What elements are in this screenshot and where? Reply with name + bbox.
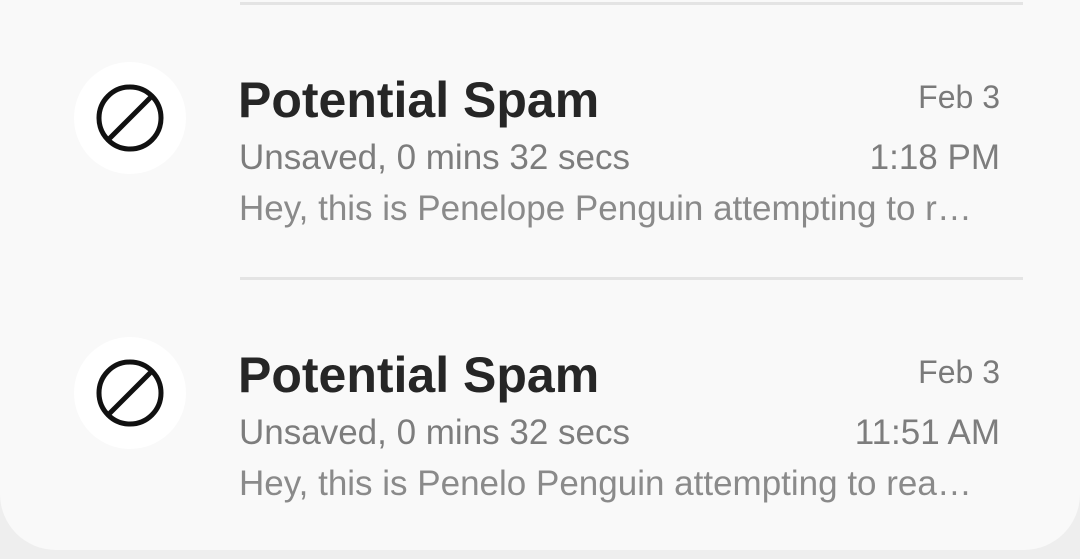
avatar [74, 337, 186, 449]
call-date: Feb 3 [918, 354, 1000, 390]
transcript-preview: Hey, this is Penelope Penguin attempting… [239, 189, 972, 228]
voicemail-list-card: Potential Spam Feb 3 Unsaved, 0 mins 32 … [0, 0, 1080, 550]
call-status: Unsaved, 0 mins 32 secs [239, 138, 631, 177]
caller-name: Potential Spam [238, 72, 600, 128]
list-item[interactable]: Potential Spam Feb 3 Unsaved, 0 mins 32 … [0, 280, 1080, 552]
list-item[interactable]: Potential Spam Feb 3 Unsaved, 0 mins 32 … [0, 5, 1080, 277]
call-time: 1:18 PM [869, 138, 1000, 177]
transcript-preview: Hey, this is Penelo Penguin attempting t… [239, 464, 972, 503]
call-time: 11:51 AM [854, 413, 1000, 452]
call-date: Feb 3 [918, 79, 1000, 115]
avatar [74, 62, 186, 174]
block-icon [96, 84, 164, 152]
call-status: Unsaved, 0 mins 32 secs [239, 413, 631, 452]
block-icon [96, 359, 164, 427]
caller-name: Potential Spam [238, 347, 600, 403]
